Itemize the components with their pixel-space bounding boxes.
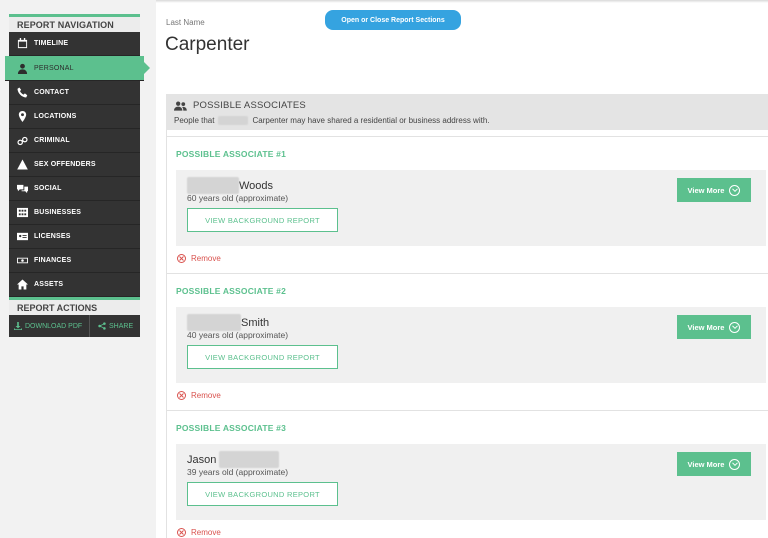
- close-icon: [177, 254, 186, 263]
- associate-name: Woods: [187, 177, 273, 194]
- associate-title: POSSIBLE ASSOCIATE #2: [176, 286, 287, 296]
- nav-item-timeline[interactable]: TIMELINE: [9, 32, 140, 56]
- nav-item-label: LICENSES: [34, 233, 71, 240]
- nav-item-label: CRIMINAL: [34, 137, 70, 144]
- associate-details: Woods 60 years old (approximate) VIEW BA…: [176, 170, 766, 246]
- top-shadow: [156, 0, 768, 3]
- redacted-first-name: [218, 116, 249, 125]
- associate-last-name: Woods: [239, 179, 274, 192]
- view-more-button[interactable]: View More: [677, 452, 751, 476]
- home-icon: [17, 279, 28, 290]
- warning-icon: [17, 159, 28, 170]
- chevron-down-icon: [729, 321, 741, 333]
- associate-age: 60 years old (approximate): [187, 193, 289, 203]
- desc-before: People that: [174, 116, 215, 125]
- associate-age: 39 years old (approximate): [187, 467, 289, 477]
- nav-item-label: SOCIAL: [34, 185, 62, 192]
- phone-icon: [17, 87, 28, 98]
- associate-name: Jason: [187, 451, 280, 468]
- nav-item-contact[interactable]: CONTACT: [9, 81, 140, 105]
- remove-label: Remove: [191, 254, 221, 263]
- view-more-label: View More: [687, 185, 725, 195]
- nav-item-finances[interactable]: FINANCES: [9, 249, 140, 273]
- remove-button[interactable]: Remove: [177, 528, 221, 537]
- associate-details: Smith 40 years old (approximate) VIEW BA…: [176, 307, 766, 383]
- view-more-label: View More: [687, 322, 725, 332]
- redacted-first-name: [187, 177, 239, 194]
- view-more-button[interactable]: View More: [677, 315, 751, 339]
- section-title-text: POSSIBLE ASSOCIATES: [193, 100, 306, 111]
- associate-card-3: POSSIBLE ASSOCIATE #3 Jason 39 years old…: [166, 410, 768, 538]
- associate-last-name: Smith: [241, 316, 270, 329]
- nav-item-assets[interactable]: ASSETS: [9, 273, 140, 297]
- associate-age: 40 years old (approximate): [187, 330, 289, 340]
- users-icon: [174, 101, 187, 111]
- section-description: People that Carpenter may have shared a …: [174, 116, 490, 125]
- report-actions: DOWNLOAD PDF SHARE: [9, 315, 140, 337]
- nav-item-sex-offenders[interactable]: SEX OFFENDERS: [9, 153, 140, 177]
- toggle-sections-button[interactable]: Open or Close Report Sections: [325, 10, 461, 30]
- nav-item-label: LOCATIONS: [34, 113, 77, 120]
- download-pdf-button[interactable]: DOWNLOAD PDF: [9, 315, 90, 337]
- desc-after: Carpenter may have shared a residential …: [252, 116, 490, 125]
- nav-item-label: ASSETS: [34, 281, 64, 288]
- download-pdf-label: DOWNLOAD PDF: [25, 322, 83, 330]
- last-name-label: Last Name: [166, 18, 205, 27]
- remove-button[interactable]: Remove: [177, 254, 221, 263]
- associate-card-1: POSSIBLE ASSOCIATE #1 Woods 60 years old…: [166, 136, 768, 273]
- chevron-down-icon: [729, 184, 741, 196]
- share-icon: [98, 322, 106, 330]
- remove-label: Remove: [191, 391, 221, 400]
- nav-item-personal[interactable]: PERSONAL: [5, 56, 150, 81]
- nav-item-label: FINANCES: [34, 257, 72, 264]
- calendar-icon: [17, 38, 28, 49]
- associate-name: Smith: [187, 314, 269, 331]
- view-more-label: View More: [687, 459, 725, 469]
- money-icon: [17, 255, 28, 266]
- nav-item-criminal[interactable]: CRIMINAL: [9, 129, 140, 153]
- nav-item-social[interactable]: SOCIAL: [9, 177, 140, 201]
- share-label: SHARE: [109, 322, 134, 330]
- associate-details: Jason 39 years old (approximate) VIEW BA…: [176, 444, 766, 520]
- view-background-report-button[interactable]: VIEW BACKGROUND REPORT: [187, 482, 338, 506]
- nav-item-label: CONTACT: [34, 89, 70, 96]
- map-pin-icon: [17, 111, 28, 122]
- share-button[interactable]: SHARE: [90, 315, 133, 337]
- associate-card-2: POSSIBLE ASSOCIATE #2 Smith 40 years old…: [166, 273, 768, 410]
- associate-title: POSSIBLE ASSOCIATE #1: [176, 149, 287, 159]
- handcuffs-icon: [17, 135, 28, 146]
- associate-title: POSSIBLE ASSOCIATE #3: [176, 423, 287, 433]
- nav-header: REPORT NAVIGATION: [9, 14, 140, 32]
- remove-label: Remove: [191, 528, 221, 537]
- view-background-report-button[interactable]: VIEW BACKGROUND REPORT: [187, 208, 338, 232]
- chat-icon: [17, 183, 28, 194]
- download-icon: [14, 322, 22, 330]
- nav-item-label: PERSONAL: [34, 64, 74, 72]
- remove-button[interactable]: Remove: [177, 391, 221, 400]
- sidebar: REPORT NAVIGATION TIMELINE PERSONAL CONT…: [0, 0, 156, 538]
- possible-associates-header: POSSIBLE ASSOCIATES People that Carpente…: [166, 94, 768, 130]
- view-more-button[interactable]: View More: [677, 178, 751, 202]
- redacted-first-name: [187, 314, 241, 331]
- view-background-report-button[interactable]: VIEW BACKGROUND REPORT: [187, 345, 338, 369]
- chevron-down-icon: [729, 458, 741, 470]
- close-icon: [177, 528, 186, 537]
- redacted-last-name: [219, 451, 280, 468]
- actions-header: REPORT ACTIONS: [9, 297, 140, 315]
- close-icon: [177, 391, 186, 400]
- associate-first-name: Jason: [187, 453, 217, 466]
- nav-item-businesses[interactable]: BUSINESSES: [9, 201, 140, 225]
- last-name-value: Carpenter: [165, 34, 250, 55]
- nav-item-label: TIMELINE: [34, 40, 69, 47]
- nav-item-label: BUSINESSES: [34, 209, 82, 216]
- nav-item-licenses[interactable]: LICENSES: [9, 225, 140, 249]
- section-title: POSSIBLE ASSOCIATES: [174, 100, 306, 111]
- building-icon: [17, 207, 28, 218]
- nav-item-label: SEX OFFENDERS: [34, 161, 96, 168]
- id-card-icon: [17, 231, 28, 242]
- report-navigation: REPORT NAVIGATION TIMELINE PERSONAL CONT…: [5, 14, 150, 337]
- nav-item-locations[interactable]: LOCATIONS: [9, 105, 140, 129]
- person-icon: [17, 63, 28, 74]
